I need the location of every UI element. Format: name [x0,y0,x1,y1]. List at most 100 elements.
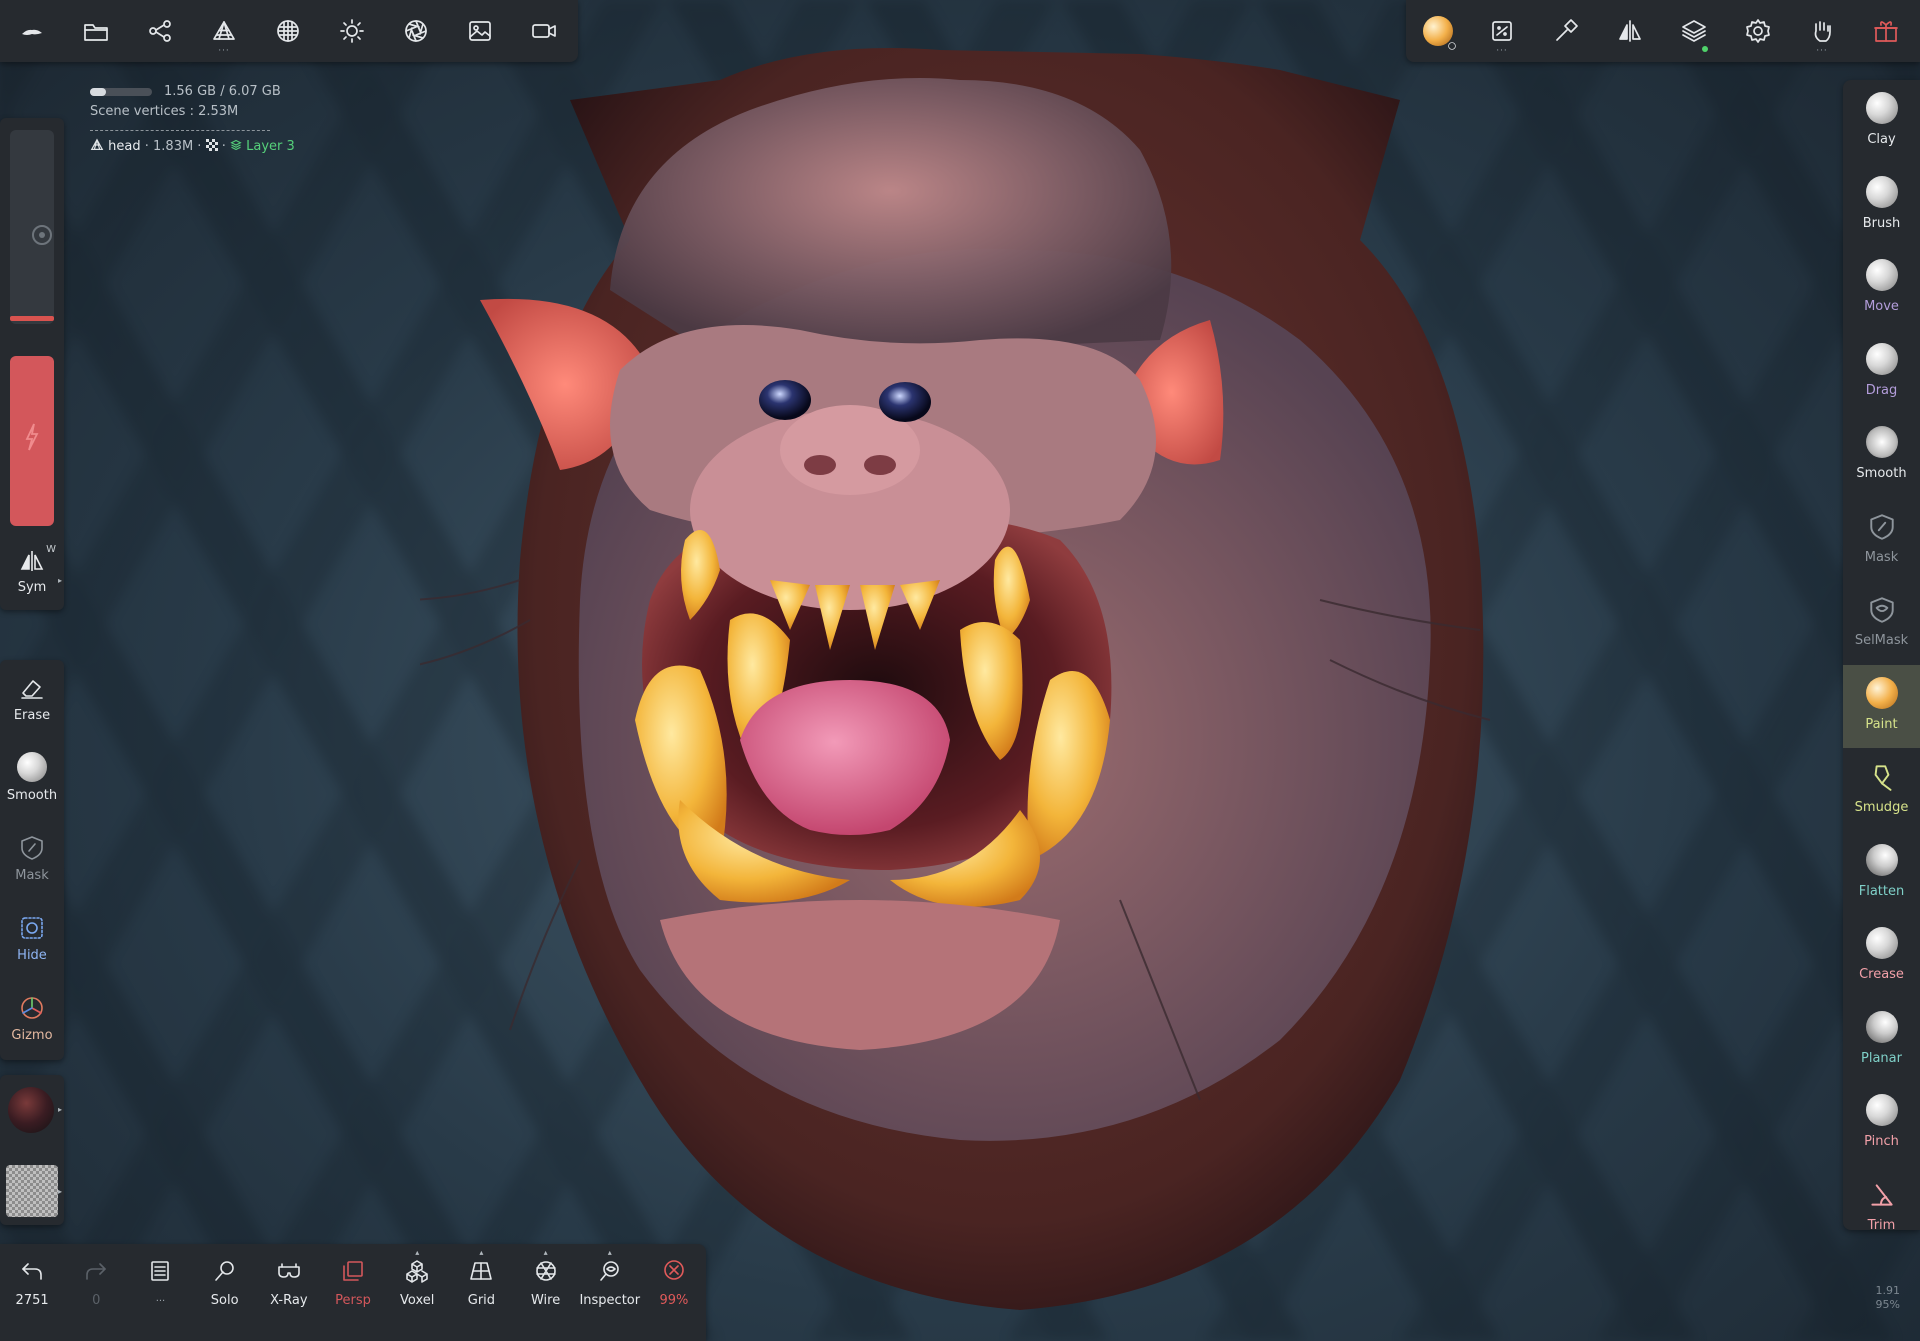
tool-planar[interactable]: Planar [1843,999,1920,1083]
matcap-arrow-icon[interactable]: ▸ [58,1105,62,1114]
tool-brush[interactable]: Brush [1843,164,1920,248]
smooth-tool[interactable]: Smooth [0,740,64,820]
alpha-texture-preview[interactable] [6,1165,58,1217]
expand-arrow-icon[interactable]: ▸ [58,576,62,585]
gizmo-tool[interactable]: Gizmo [0,980,64,1060]
smooth-sphere-icon [17,752,47,782]
pinch-label: Pinch [1864,1134,1899,1149]
solo-button[interactable]: Solo [193,1244,257,1308]
paint-material-icon[interactable] [1406,0,1470,62]
history-button[interactable]: ... [128,1244,192,1304]
caret-up-icon: ▴ [415,1248,420,1257]
hammer-icon[interactable] [1534,0,1598,62]
tool-selmask[interactable]: SelMask [1843,581,1920,665]
hide-tool[interactable]: Hide [0,900,64,980]
search-icon [214,1261,234,1281]
smooth-label: Smooth [6,788,58,803]
tool-crease[interactable]: Crease [1843,915,1920,999]
caret-up-icon: ▴ [479,1248,484,1257]
grid-icon [470,1262,493,1280]
radius-slider[interactable] [10,130,54,324]
memory-bar [90,87,152,96]
more-dots: ··· [1496,46,1508,56]
cancel-progress-button[interactable]: 99% [642,1244,706,1308]
smudge-label: Smudge [1854,800,1909,815]
scene-graph-icon[interactable] [128,0,192,62]
tool-paint[interactable]: Paint [1843,664,1920,748]
fps-line2: 95% [1875,1298,1900,1311]
clay-icon [1865,92,1898,124]
hide-icon [21,917,43,939]
vertices-row: Scene vertices : 2.53M [90,102,295,122]
small-gear-icon [1448,42,1456,50]
undo-button[interactable]: 2751 [0,1244,64,1308]
wire-label: Wire [530,1293,561,1308]
bottom-toolbar: 2751 0 ... Solo X-Ray Persp ▴ Voxel ▴ Gr… [0,1244,706,1341]
inspector-label: Inspector [579,1293,641,1308]
symmetry-icon[interactable] [1598,0,1662,62]
light-icon[interactable] [320,0,384,62]
lightning-icon [25,423,39,451]
radius-knob-icon[interactable] [32,225,52,245]
inspector-button[interactable]: ▴ Inspector [578,1244,642,1308]
material-sphere-icon[interactable] [256,0,320,62]
solo-label: Solo [210,1293,239,1308]
layers-icon[interactable] [1662,0,1726,62]
tool-clay[interactable]: Clay [1843,80,1920,164]
tool-move[interactable]: Move [1843,247,1920,331]
xray-button[interactable]: X-Ray [257,1244,321,1308]
scene-vertices-label: Scene vertices : [90,104,194,119]
aperture-icon[interactable] [384,0,448,62]
planar-label: Planar [1861,1050,1902,1066]
settings-gear-icon[interactable] [1726,0,1790,62]
tool-flatten[interactable]: Flatten [1843,832,1920,916]
image-icon[interactable] [448,0,512,62]
persp-button[interactable]: Persp [321,1244,385,1308]
3d-viewport[interactable] [0,0,1920,1341]
folder-icon[interactable] [64,0,128,62]
gesture-hand-icon[interactable]: ··· [1790,0,1854,62]
nomad-logo-icon[interactable] [0,0,64,62]
redo-icon [86,1263,107,1280]
planar-icon [1865,1010,1898,1043]
topology-icon[interactable]: ··· [192,0,256,62]
tool-mask[interactable]: Mask [1843,498,1920,582]
memory-row: 1.56 GB / 6.07 GB [90,82,295,102]
tool-drag[interactable]: Drag [1843,331,1920,415]
flatten-label: Flatten [1858,883,1905,899]
tool-trim[interactable]: Trim [1843,1166,1920,1230]
undo-count: 2751 [15,1293,49,1308]
tool-smudge[interactable]: Smudge [1843,748,1920,832]
grid-label: Grid [467,1293,496,1308]
tool-smooth[interactable]: Smooth [1843,414,1920,498]
smooth-icon [1865,426,1898,458]
list-icon [151,1261,170,1281]
object-name: head [108,139,141,154]
memory-bar-fill [90,87,107,96]
wire-button[interactable]: ▴ Wire [514,1244,578,1308]
symmetry-toggle[interactable]: W Sym ▸ [0,538,64,608]
erase-tool[interactable]: Erase [0,660,64,740]
memory-text: 1.56 GB / 6.07 GB [164,84,281,99]
video-camera-icon[interactable] [512,0,576,62]
object-row[interactable]: head · 1.83M · · Layer 3 [90,137,295,157]
more-dots: ··· [1816,46,1828,56]
mesh-icon [90,138,104,150]
perspective-icon [343,1261,363,1281]
persp-label: Persp [335,1293,371,1308]
grid-button[interactable]: ▴ Grid [449,1244,513,1308]
redo-button[interactable]: 0 [64,1244,128,1308]
clay-label: Clay [1867,132,1896,147]
gizmo-label: Gizmo [11,1028,53,1043]
selmask-shield-icon [1869,597,1894,623]
alpha-arrow-icon[interactable]: ▸ [58,1187,62,1196]
intensity-slider[interactable] [10,356,54,526]
canvas-icon[interactable]: ··· [1470,0,1534,62]
gift-icon[interactable] [1854,0,1918,62]
matcap-preview[interactable] [8,1087,54,1133]
tool-pinch[interactable]: Pinch [1843,1082,1920,1166]
voxel-button[interactable]: ▴ Voxel [385,1244,449,1308]
sculpt-model[interactable] [420,40,1600,1340]
flatten-icon [1865,843,1898,876]
mask-tool[interactable]: Mask [0,820,64,900]
